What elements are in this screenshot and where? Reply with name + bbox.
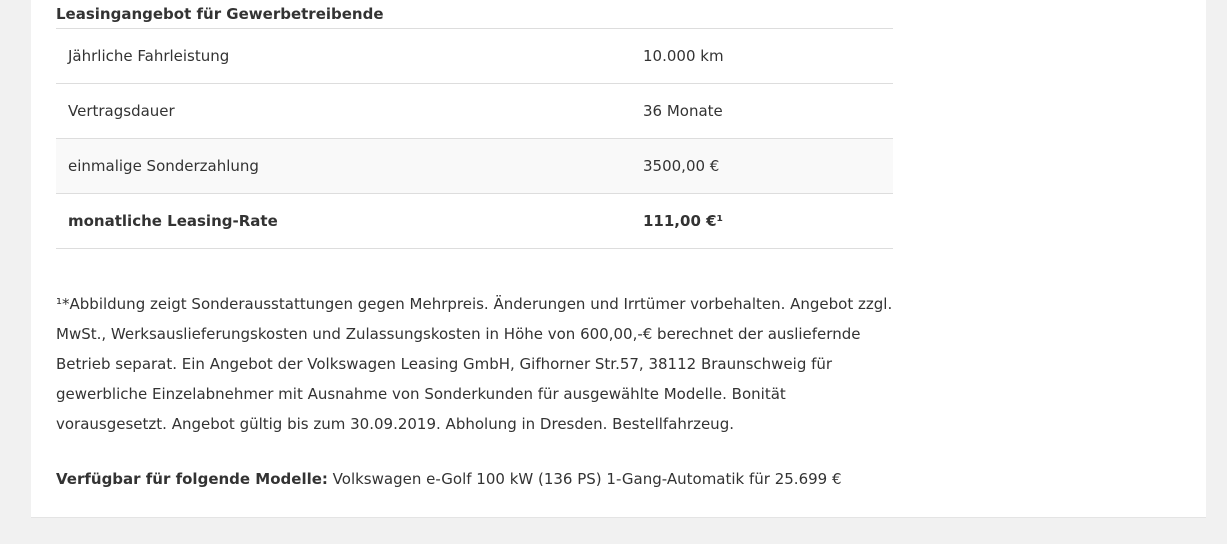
available-models-label: Verfügbar für folgende Modelle: <box>56 470 328 488</box>
offer-card: Leasingangebot für Gewerbetreibende Jähr… <box>31 0 1206 518</box>
table-row-monthly-rate: monatliche Leasing-Rate 111,00 €¹ <box>56 193 893 249</box>
row-value: 36 Monate <box>631 83 893 139</box>
row-value: 111,00 €¹ <box>631 193 893 249</box>
row-label: Vertragsdauer <box>56 83 631 139</box>
table-row-contract-duration: Vertragsdauer 36 Monate <box>56 83 893 139</box>
table-row-down-payment: einmalige Sonderzahlung 3500,00 € <box>56 138 893 194</box>
available-models-text: Volkswagen e-Golf 100 kW (136 PS) 1-Gang… <box>327 470 842 488</box>
row-value: 10.000 km <box>631 29 893 84</box>
footnote-text: ¹*Abbildung zeigt Sonderausstattungen ge… <box>56 295 893 433</box>
offer-title: Leasingangebot für Gewerbetreibende <box>56 0 893 29</box>
row-value: 3500,00 € <box>631 138 893 194</box>
offer-table: Jährliche Fahrleistung 10.000 km Vertrag… <box>56 29 893 249</box>
offer-content: Leasingangebot für Gewerbetreibende Jähr… <box>56 0 893 494</box>
table-row-annual-mileage: Jährliche Fahrleistung 10.000 km <box>56 29 893 84</box>
row-label: monatliche Leasing-Rate <box>56 193 631 249</box>
row-label: einmalige Sonderzahlung <box>56 138 631 194</box>
available-models: Verfügbar für folgende Modelle: Volkswag… <box>56 464 893 494</box>
row-label: Jährliche Fahrleistung <box>56 29 631 84</box>
